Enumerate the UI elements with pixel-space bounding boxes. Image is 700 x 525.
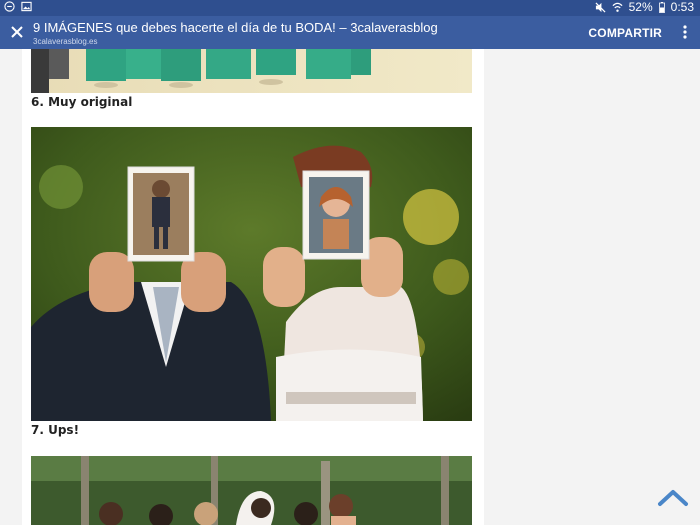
image-icon (21, 1, 32, 12)
article-content: 6. Muy original 7. Ups! (22, 49, 484, 525)
caption-7: 7. Ups! (31, 423, 80, 437)
caption-6: 6. Muy original (31, 95, 133, 109)
battery-percent: 52% (628, 0, 653, 14)
status-bar: 52% 0:53 (0, 0, 700, 16)
browser-toolbar: 9 IMÁGENES que debes hacerte el día de t… (0, 16, 700, 49)
battery-icon (658, 1, 665, 13)
clock: 0:53 (670, 0, 694, 14)
wifi-icon (612, 2, 623, 12)
close-icon[interactable] (8, 23, 26, 41)
page-title: 9 IMÁGENES que debes hacerte el día de t… (33, 20, 438, 35)
bridesmaids-photo (31, 49, 472, 93)
page-url: 3calaverasblog.es (33, 37, 98, 46)
scroll-to-top-chevron-icon[interactable] (656, 486, 690, 510)
share-button[interactable]: COMPARTIR (588, 26, 662, 40)
more-vert-icon[interactable] (682, 24, 688, 40)
notification-icon (4, 1, 15, 12)
couple-childhood-photos-image (31, 127, 472, 421)
bridal-party-photo (31, 456, 472, 525)
mute-icon (595, 1, 606, 13)
